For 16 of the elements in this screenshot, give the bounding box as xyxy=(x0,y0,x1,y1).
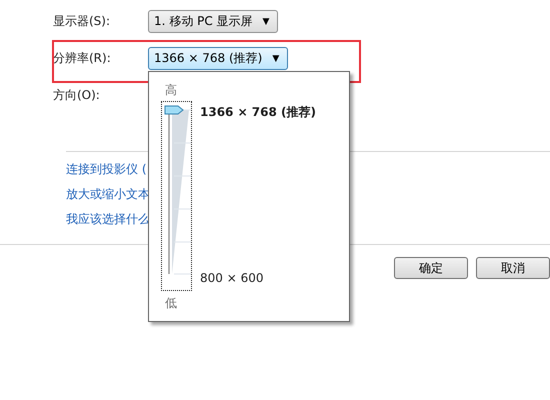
dropdown[interactable]: 1366 × 768 (推荐) ▼ xyxy=(148,47,288,70)
caret-icon: ▼ xyxy=(272,54,280,64)
high-label: 高 xyxy=(164,82,178,99)
help-link[interactable]: 连接到投影仪 ( xyxy=(66,161,146,178)
cancel-button[interactable]: 取消 xyxy=(476,257,550,279)
resolution-option[interactable]: 1366 × 768 (推荐) xyxy=(200,104,316,121)
resolution-option[interactable]: 800 × 600 xyxy=(200,271,316,285)
field-label: 方向(O): xyxy=(53,87,101,104)
ok-button[interactable]: 确定 xyxy=(394,257,468,279)
field-label: 分辨率(R): xyxy=(53,50,112,67)
dropdown[interactable]: 1. 移动 PC 显示屏 ▼ xyxy=(148,10,278,33)
field-label: 显示器(S): xyxy=(53,13,112,30)
slider-thumb[interactable] xyxy=(164,105,184,115)
caret-icon: ▼ xyxy=(262,16,270,26)
resolution-slider[interactable] xyxy=(161,101,192,291)
low-label: 低 xyxy=(164,295,178,312)
